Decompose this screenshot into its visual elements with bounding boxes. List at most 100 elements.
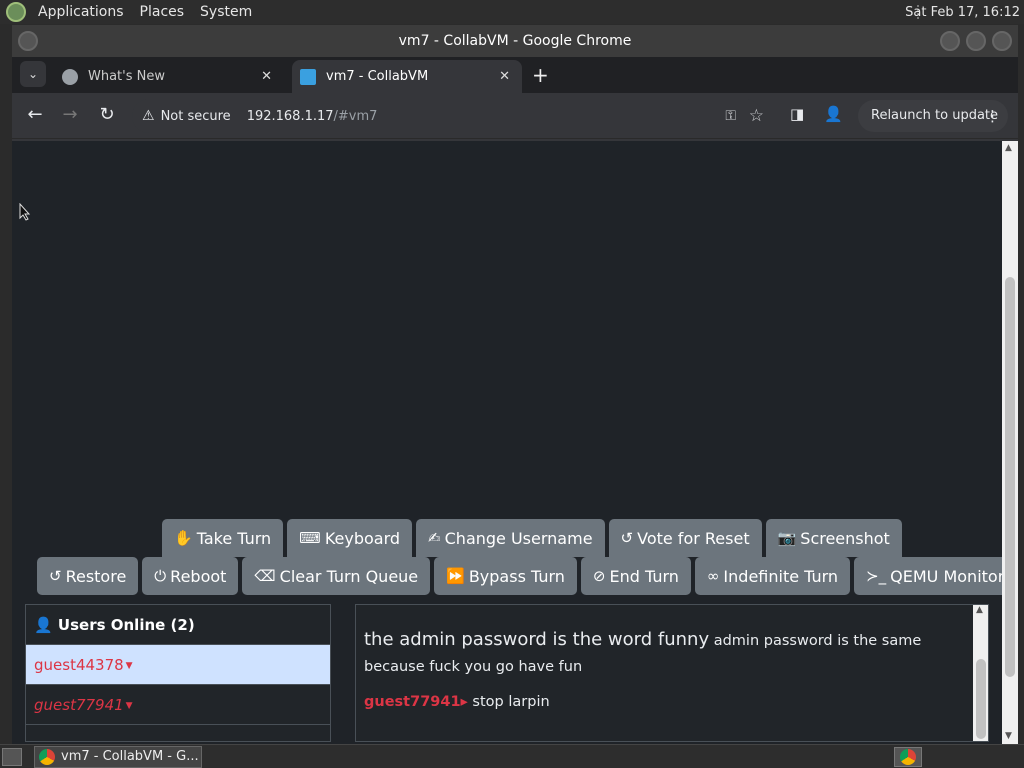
signature-icon: ✍ bbox=[428, 529, 441, 547]
keyboard-icon: ⌨ bbox=[299, 529, 321, 547]
system-menu[interactable]: System bbox=[196, 4, 256, 20]
end-turn-button[interactable]: ⊘ End Turn bbox=[580, 557, 691, 595]
browser-toolbar: ← → ↻ ⚠ Not secure 192.168.1.17/#vm7 ⚿ ☆… bbox=[12, 93, 1018, 139]
restore-button[interactable]: ↺ Restore bbox=[37, 557, 139, 595]
button-label: Reboot bbox=[170, 566, 227, 586]
users-online-header: 👤 Users Online (2) bbox=[26, 605, 330, 645]
close-tab-icon[interactable]: ✕ bbox=[499, 69, 510, 84]
key-icon[interactable]: ⚿ bbox=[725, 108, 736, 124]
hand-icon: ✋ bbox=[174, 529, 193, 547]
page-scrollbar[interactable]: ▲ ▼ bbox=[1002, 141, 1018, 745]
indefinite-turn-button[interactable]: ∞ Indefinite Turn bbox=[694, 557, 851, 595]
back-arrow-icon[interactable]: ← bbox=[23, 103, 47, 127]
close-window-button[interactable] bbox=[992, 31, 1012, 51]
places-menu[interactable]: Places bbox=[136, 4, 189, 20]
clock[interactable]: Sat Feb 17, 16:12 bbox=[905, 5, 1020, 20]
username: guest44378 bbox=[34, 656, 124, 674]
users-online-panel: 👤 Users Online (2) guest44378 ▼ guest7794… bbox=[25, 604, 331, 742]
monitor-favicon-icon bbox=[300, 68, 316, 85]
keyboard-button[interactable]: ⌨ Keyboard bbox=[287, 519, 413, 557]
tab-collabvm[interactable]: vm7 - CollabVM ✕ bbox=[292, 60, 522, 93]
security-status[interactable]: Not secure bbox=[161, 109, 231, 124]
chrome-logo-icon bbox=[39, 749, 55, 765]
button-label: Vote for Reset bbox=[637, 528, 750, 548]
url-text[interactable]: 192.168.1.17/#vm7 bbox=[247, 109, 378, 124]
new-tab-plus-icon[interactable]: + bbox=[532, 63, 549, 87]
caret-down-icon: ▼ bbox=[125, 700, 133, 711]
scroll-up-icon[interactable]: ▲ bbox=[976, 605, 983, 615]
applications-menu[interactable]: Applications bbox=[34, 4, 128, 20]
tab-search-chevron-down-icon[interactable]: ⌄ bbox=[20, 61, 46, 87]
chat-message: guest77941▸ stop larpin bbox=[356, 694, 988, 710]
scroll-up-icon[interactable]: ▲ bbox=[1005, 143, 1012, 153]
screenshot-button[interactable]: 📷 Screenshot bbox=[765, 519, 902, 557]
show-desktop-icon[interactable] bbox=[2, 748, 22, 766]
users-online-title: Users Online (2) bbox=[57, 616, 195, 634]
page-scroll-thumb[interactable] bbox=[1005, 277, 1015, 677]
undo-icon: ↺ bbox=[620, 529, 634, 547]
vm-actions-row: ✋ Take Turn ⌨ Keyboard ✍ Change Username ↺ V… bbox=[162, 519, 906, 557]
window-menu-button[interactable] bbox=[18, 31, 38, 51]
change-username-button[interactable]: ✍ Change Username bbox=[416, 519, 605, 557]
infinity-icon: ∞ bbox=[706, 567, 720, 585]
tray-chrome-icon[interactable] bbox=[894, 747, 922, 767]
reload-icon[interactable]: ↻ bbox=[95, 103, 119, 127]
chrome-window: vm7 - CollabVM - Google Chrome ⌄ What's … bbox=[12, 25, 1018, 745]
scroll-down-icon[interactable]: ▼ bbox=[1005, 731, 1012, 741]
take-turn-button[interactable]: ✋ Take Turn bbox=[162, 519, 284, 557]
chat-scrollbar[interactable]: ▲ bbox=[973, 605, 988, 741]
camera-icon: 📷 bbox=[777, 529, 797, 547]
side-panel-icon[interactable]: ◨ bbox=[790, 105, 804, 123]
relaunch-button[interactable]: Relaunch to update ⋮ bbox=[858, 100, 1008, 132]
chat-panel[interactable]: the admin password is the word funny adm… bbox=[355, 604, 989, 742]
user-list-item[interactable]: guest44378 ▼ bbox=[26, 645, 330, 685]
user-icon: 👤 bbox=[34, 616, 53, 634]
button-label: Keyboard bbox=[324, 528, 401, 548]
close-tab-icon[interactable]: ✕ bbox=[261, 69, 272, 84]
button-label: Restore bbox=[65, 566, 127, 586]
forward-icon: ⏩ bbox=[446, 567, 465, 585]
taskbar-item-chrome[interactable]: vm7 - CollabVM - G... bbox=[34, 746, 202, 768]
window-title: vm7 - CollabVM - Google Chrome bbox=[398, 33, 632, 49]
power-icon: ⏻ bbox=[154, 567, 167, 585]
button-label: QEMU Monitor bbox=[890, 566, 1002, 586]
tab-label: What's New bbox=[88, 69, 165, 84]
bypass-turn-button[interactable]: ⏩ Bypass Turn bbox=[434, 557, 577, 595]
bookmark-star-icon[interactable]: ☆ bbox=[749, 106, 764, 126]
forward-arrow-icon[interactable]: → bbox=[58, 103, 82, 127]
collabvm-page: ✋ Take Turn ⌨ Keyboard ✍ Change Username ↺ V… bbox=[12, 141, 1002, 745]
user-list-item[interactable]: guest77941 ▼ bbox=[26, 685, 330, 725]
eraser-icon: ⌫ bbox=[254, 567, 276, 585]
tab-whats-new[interactable]: What's New ✕ bbox=[54, 60, 284, 93]
qemu-monitor-button[interactable]: ≻_ QEMU Monitor bbox=[854, 557, 1002, 595]
button-label: End Turn bbox=[609, 566, 679, 586]
message-text-large: the admin password is the word funny bbox=[364, 629, 710, 650]
chat-username[interactable]: guest77941▸ bbox=[364, 694, 468, 710]
admin-actions-row: ↺ Restore ⏻ Reboot ⌫ Clear Turn Queue ⏩ Bypa… bbox=[37, 557, 1002, 595]
button-label: Change Username bbox=[444, 528, 593, 548]
button-label: Screenshot bbox=[800, 528, 890, 548]
taskbar-item-label: vm7 - CollabVM - G... bbox=[61, 749, 199, 764]
button-label: Clear Turn Queue bbox=[279, 566, 419, 586]
profile-avatar-icon[interactable]: 👤 bbox=[824, 105, 843, 123]
tab-strip: ⌄ What's New ✕ vm7 - CollabVM ✕ + bbox=[12, 57, 1018, 93]
chat-scroll-thumb[interactable] bbox=[976, 659, 986, 739]
username: guest77941 bbox=[34, 696, 124, 714]
maximize-button[interactable] bbox=[966, 31, 986, 51]
terminal-icon: ≻_ bbox=[866, 567, 887, 585]
reboot-button[interactable]: ⏻ Reboot bbox=[142, 557, 239, 595]
menu-dots-icon[interactable]: ⋮ bbox=[985, 100, 1000, 132]
warning-triangle-icon[interactable]: ⚠ bbox=[142, 108, 155, 124]
undo-icon: ↺ bbox=[49, 567, 62, 585]
vote-for-reset-button[interactable]: ↺ Vote for Reset bbox=[608, 519, 762, 557]
ban-icon: ⊘ bbox=[592, 567, 606, 585]
mouse-cursor-icon bbox=[19, 203, 31, 221]
clear-turn-queue-button[interactable]: ⌫ Clear Turn Queue bbox=[242, 557, 431, 595]
desktop-taskbar: vm7 - CollabVM - G... bbox=[0, 744, 1024, 768]
window-titlebar[interactable]: vm7 - CollabVM - Google Chrome bbox=[12, 25, 1018, 57]
minimize-button[interactable] bbox=[940, 31, 960, 51]
address-bar[interactable]: ⚠ Not secure 192.168.1.17/#vm7 ⚿ ☆ bbox=[132, 99, 764, 133]
distro-logo-icon[interactable] bbox=[6, 2, 26, 22]
caret-down-icon: ▼ bbox=[125, 660, 133, 671]
button-label: Take Turn bbox=[196, 528, 272, 548]
